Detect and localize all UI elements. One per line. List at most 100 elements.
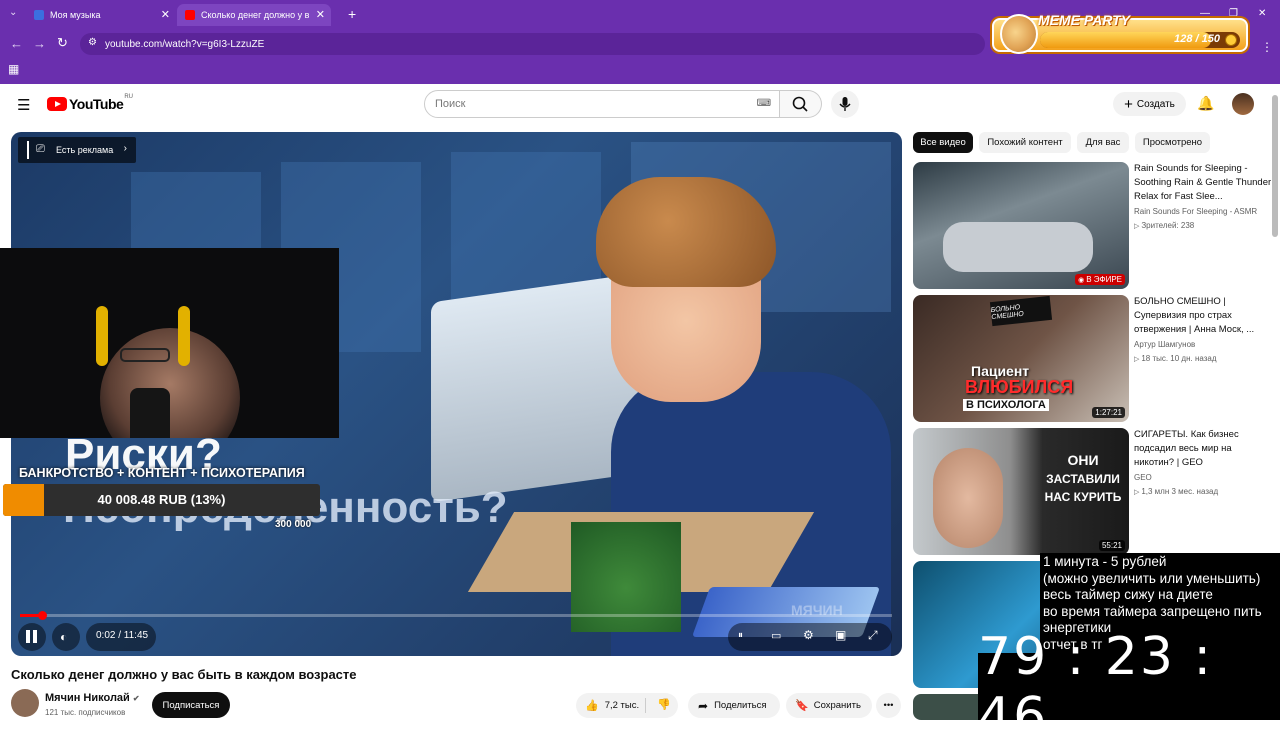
goal-title: БАНКРОТСТВО + КОНТЕНТ + ПСИХОТЕРАПИЯ [19, 466, 305, 480]
rec-channel-2[interactable]: Артур Шамгунов [1134, 340, 1274, 349]
more-actions-button[interactable]: ••• [876, 693, 901, 718]
verified-icon: ✔ [132, 694, 140, 703]
notifications-bell-icon[interactable]: 🔔 [1197, 95, 1214, 112]
volume-icon: ◐ [60, 630, 68, 644]
thumb-text: ЗАСТАВИЛИ [1046, 472, 1120, 486]
search-button[interactable] [780, 90, 822, 118]
tab-list-icon[interactable]: ⌄ [9, 7, 17, 18]
video-progress-bar[interactable] [20, 611, 892, 620]
back-icon[interactable]: ← [10, 36, 23, 51]
share-icon: ➦ [698, 698, 709, 713]
subscribe-button[interactable]: Подписаться [152, 692, 230, 718]
theater-icon[interactable]: ▣ [835, 628, 846, 642]
like-icon[interactable]: 👍 [585, 699, 599, 712]
plus-icon: + [1124, 95, 1133, 113]
rec-thumbnail-3[interactable]: ОНИ ЗАСТАВИЛИ НАС КУРИТЬ 55:21 [913, 428, 1129, 555]
address-bar[interactable]: youtube.com/watch?v=g6I3-LzzuZE [80, 33, 985, 55]
pause-icon [26, 630, 30, 643]
rec-meta-3-text: 1,3 млн 3 мес. назад [1141, 487, 1219, 496]
dislike-icon[interactable]: 👎 [657, 698, 671, 711]
coin-icon [1225, 34, 1237, 46]
streamer-face [100, 328, 240, 438]
create-label: Создать [1136, 98, 1175, 110]
rec-meta-1-text: Зрителей: 238 [1141, 221, 1195, 230]
chevron-right-icon: › [123, 143, 127, 154]
video-title: Сколько денег должно у вас быть в каждом… [11, 667, 357, 682]
progress-knob[interactable] [37, 611, 47, 620]
youtube-icon [185, 10, 195, 20]
rec-title-2[interactable]: БОЛЬНО СМЕШНО | Супервизия про страх отв… [1134, 295, 1274, 337]
rec-thumbnail-1[interactable]: ◉ В ЭФИРЕ [913, 162, 1129, 289]
tab-youtube[interactable]: Сколько денег должно у в ✕ [177, 4, 331, 26]
voice-search-button[interactable] [831, 90, 859, 118]
subtitles-icon[interactable]: ▭ [771, 629, 781, 642]
rec-channel-3[interactable]: GEO [1134, 473, 1274, 482]
live-icon: ◉ [1078, 277, 1087, 284]
live-badge-text: В ЭФИРЕ [1086, 275, 1122, 284]
logo-text: YouTube [69, 96, 124, 112]
headphones-left [96, 306, 108, 366]
thumb-text: ОНИ [1067, 452, 1099, 468]
youtube-play-icon [47, 97, 67, 111]
thumb-text: ВЛЮБИЛСЯ [965, 377, 1074, 397]
time-display: 0:02 / 11:45 [96, 630, 149, 641]
mic-icon [839, 97, 851, 111]
autoplay-icon[interactable]: ⏸ [738, 630, 743, 641]
rec-thumbnail-2[interactable]: БОЛЬНО СМЕШНО Пациент ВЛЮБИЛСЯ В ПСИХОЛО… [913, 295, 1129, 422]
create-button[interactable]: + Создать [1113, 92, 1186, 116]
meme-count: 128 / 150 [1174, 33, 1220, 45]
chip-all[interactable]: Все видео [913, 132, 973, 153]
ad-label: Есть реклама [56, 145, 114, 155]
hamburger-icon[interactable]: ☰ [17, 96, 30, 114]
youtube-logo[interactable]: YouTube RU [47, 94, 133, 112]
rule-line: (можно увеличить или уменьшить) [1043, 570, 1261, 586]
region-code: RU [124, 94, 133, 100]
pause-button[interactable] [18, 623, 46, 651]
headphones-right [178, 306, 190, 366]
keyboard-icon[interactable]: ⌨ [757, 98, 771, 109]
channel-avatar[interactable] [11, 689, 39, 717]
site-info-icon[interactable]: ⚙ [88, 37, 97, 48]
avatar[interactable] [1232, 93, 1254, 115]
share-button[interactable]: ➦ Поделиться [688, 693, 780, 718]
save-label: Сохранить [813, 700, 861, 711]
channel-name[interactable]: Мячин Николай ✔ [45, 692, 140, 704]
rule-line: весь таймер сижу на диете [1043, 587, 1213, 602]
new-tab-icon[interactable]: + [348, 6, 356, 22]
apps-icon[interactable]: ▦ [8, 62, 19, 76]
rec-channel-1[interactable]: Rain Sounds For Sleeping - ASMR [1134, 207, 1274, 216]
save-button[interactable]: 🔖 Сохранить [786, 693, 872, 718]
like-count[interactable]: 7,2 тыс. [605, 700, 639, 711]
rec-meta-2-text: 18 тыс. 10 дн. назад [1141, 354, 1217, 363]
close-icon[interactable]: ✕ [161, 8, 170, 21]
rec-title-1[interactable]: Rain Sounds for Sleeping - Soothing Rain… [1134, 162, 1274, 204]
fullscreen-icon[interactable]: ⤢ [868, 628, 878, 643]
reload-icon[interactable]: ↻ [57, 35, 68, 51]
search-input[interactable]: Поиск ⌨ [424, 90, 780, 118]
close-icon[interactable]: ✕ [316, 8, 325, 21]
chip-related[interactable]: Похожий контент [979, 132, 1071, 153]
tab-label: Сколько денег должно у в [201, 10, 310, 20]
face-shape [933, 448, 1003, 548]
window-close-icon[interactable]: ✕ [1258, 8, 1266, 19]
ad-divider [27, 141, 29, 159]
chip-watched[interactable]: Просмотрено [1135, 132, 1210, 153]
subscriber-count: 121 тыс. подписчиков [45, 708, 126, 717]
like-dislike-group: 👍 7,2 тыс. 👎 [576, 693, 678, 718]
volume-button[interactable]: ◐ [52, 623, 80, 651]
tab-music[interactable]: Моя музыка ✕ [26, 4, 176, 26]
forward-icon[interactable]: → [33, 36, 46, 51]
ad-badge[interactable]: ⎚ Есть реклама › [18, 137, 136, 163]
goal-total: 300 000 [275, 519, 312, 530]
rule-line: 1 минута - 5 рублей [1043, 554, 1167, 569]
chip-for-you[interactable]: Для вас [1077, 132, 1129, 153]
thumb-text: В ПСИХОЛОГА [963, 399, 1049, 411]
settings-gear-icon[interactable]: ⚙ [803, 628, 814, 642]
menu-dots-icon[interactable]: ⋮ [1261, 40, 1273, 54]
rule-line: во время таймера запрещено пить [1043, 603, 1262, 619]
character-hair [596, 177, 776, 287]
doge-icon [1000, 14, 1038, 54]
rec-title-3[interactable]: СИГАРЕТЫ. Как бизнес подсадил весь мир н… [1134, 428, 1274, 470]
glasses [120, 348, 170, 362]
rec-meta-3: ▷ 1,3 млн 3 мес. назад [1134, 487, 1274, 496]
